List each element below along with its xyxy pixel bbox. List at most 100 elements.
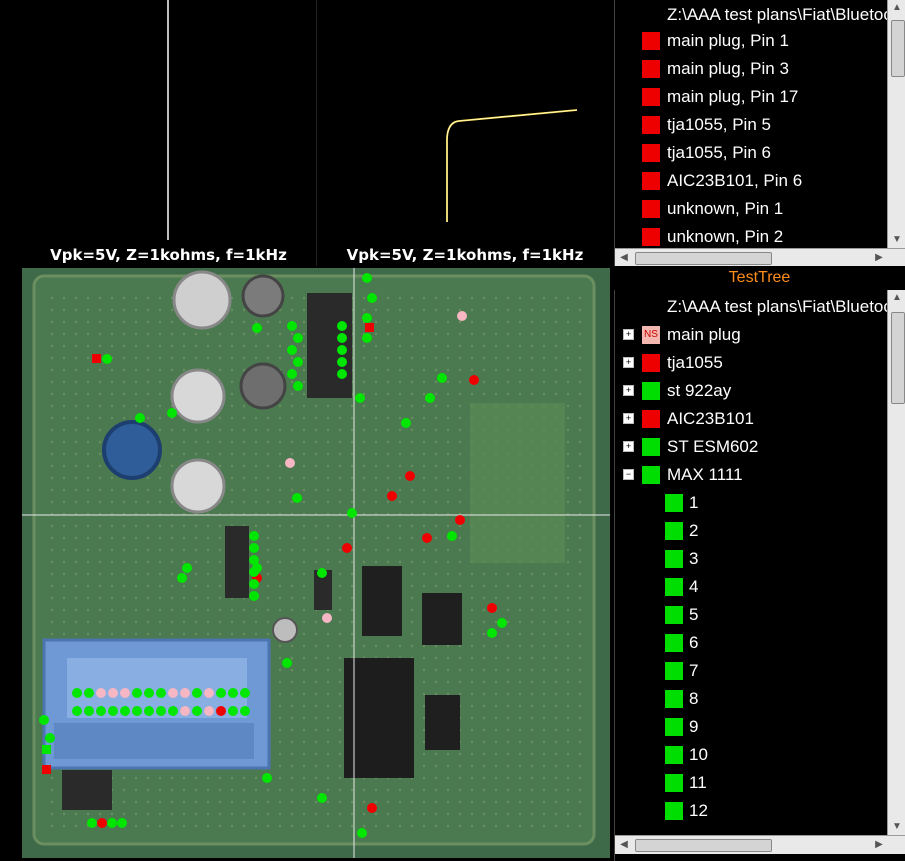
scroll-up-arrow-icon[interactable]: ▲ <box>888 290 905 306</box>
component-node[interactable]: + ST ESM602 <box>615 434 885 460</box>
pass-status-icon <box>665 494 683 512</box>
pin-label: 6 <box>689 633 699 652</box>
pass-status-icon <box>665 718 683 736</box>
pin-node[interactable]: 12 <box>615 798 815 824</box>
scroll-thumb[interactable] <box>891 20 905 77</box>
pin-label: 3 <box>689 549 699 568</box>
failed-pin-item[interactable]: unknown, Pin 1 <box>615 196 885 222</box>
fail-status-icon <box>642 200 660 218</box>
failed-pin-item[interactable]: AIC23B101, Pin 6 <box>615 168 885 194</box>
pcb-board-view[interactable] <box>22 268 610 858</box>
failed-pin-item[interactable]: main plug, Pin 3 <box>615 56 885 82</box>
fail-status-icon <box>642 172 660 190</box>
pin-label: 4 <box>689 577 699 596</box>
pin-node[interactable]: 5 <box>615 602 815 628</box>
plus-box-icon[interactable]: + <box>623 441 634 452</box>
component-label: AIC23B101 <box>667 409 754 428</box>
plus-box-icon[interactable]: + <box>623 357 634 368</box>
failed-pin-item[interactable]: tja1055, Pin 6 <box>615 140 885 166</box>
failed-pin-label: unknown, Pin 2 <box>667 227 784 246</box>
test-tree[interactable]: Z:\AAA test plans\Fiat\Bluetooth + NS main… <box>614 290 905 861</box>
component-node[interactable]: + AIC23B101 <box>615 406 885 432</box>
scroll-left-arrow-icon[interactable]: ◀ <box>615 837 633 853</box>
plus-box-icon[interactable]: + <box>623 329 634 340</box>
test-tree-vscroll[interactable]: ▲ ▼ <box>887 290 905 835</box>
test-tree-root[interactable]: Z:\AAA test plans\Fiat\Bluetooth <box>667 294 905 320</box>
pcb-image <box>22 268 610 858</box>
component-label: main plug <box>667 325 741 344</box>
pin-label: 2 <box>689 521 699 540</box>
pin-label: 10 <box>689 745 708 764</box>
pin-node[interactable]: 9 <box>615 714 815 740</box>
testtree-title: TestTree <box>614 267 905 289</box>
scroll-thumb[interactable] <box>891 312 905 404</box>
pin-label: 12 <box>689 801 708 820</box>
pass-status-icon <box>665 802 683 820</box>
top-tree-root[interactable]: Z:\AAA test plans\Fiat\Bluetooth <box>667 2 905 28</box>
pin-node[interactable]: 11 <box>615 770 815 796</box>
pin-label: 9 <box>689 717 699 736</box>
component-node[interactable]: − MAX 1111 <box>615 462 885 488</box>
failed-pin-item[interactable]: tja1055, Pin 5 <box>615 112 885 138</box>
component-label: st 922ay <box>667 381 732 400</box>
pass-status-icon <box>665 606 683 624</box>
failed-pin-label: tja1055, Pin 6 <box>667 143 771 162</box>
pin-node[interactable]: 6 <box>615 630 815 656</box>
failed-pin-item[interactable]: unknown, Pin 2 <box>615 224 885 250</box>
pass-status-icon <box>665 634 683 652</box>
scroll-left-arrow-icon[interactable]: ◀ <box>615 250 633 266</box>
failed-pin-label: main plug, Pin 3 <box>667 59 789 78</box>
failed-pin-label: main plug, Pin 1 <box>667 31 789 50</box>
hscroll-thumb[interactable] <box>635 252 772 265</box>
pin-node[interactable]: 3 <box>615 546 815 572</box>
failed-pin-label: tja1055, Pin 5 <box>667 115 771 134</box>
pin-node[interactable]: 8 <box>615 686 815 712</box>
pin-node[interactable]: 7 <box>615 658 815 684</box>
pass-status-icon <box>642 382 660 400</box>
scroll-down-arrow-icon[interactable]: ▼ <box>888 819 905 835</box>
component-label: MAX 1111 <box>667 465 743 484</box>
pin-node[interactable]: 2 <box>615 518 815 544</box>
failed-pin-item[interactable]: main plug, Pin 1 <box>615 28 885 54</box>
pass-status-icon <box>665 662 683 680</box>
pass-status-icon <box>665 690 683 708</box>
pin-node[interactable]: 1 <box>615 490 815 516</box>
pass-status-icon <box>665 746 683 764</box>
fail-status-icon <box>642 228 660 246</box>
fail-status-icon <box>642 410 660 428</box>
scroll-right-arrow-icon[interactable]: ▶ <box>870 250 888 266</box>
pin-node[interactable]: 4 <box>615 574 815 600</box>
fail-status-icon <box>642 60 660 78</box>
failed-pins-tree[interactable]: Z:\AAA test plans\Fiat\Bluetooth main pl… <box>614 0 905 266</box>
scroll-right-arrow-icon[interactable]: ▶ <box>870 837 888 853</box>
pin-label: 11 <box>689 773 707 792</box>
pass-status-icon <box>665 578 683 596</box>
component-node[interactable]: + NS main plug <box>615 322 885 348</box>
minus-box-icon[interactable]: − <box>623 469 634 480</box>
scroll-up-arrow-icon[interactable]: ▲ <box>888 0 905 16</box>
failed-pin-label: AIC23B101, Pin 6 <box>667 171 803 190</box>
fail-status-icon <box>642 88 660 106</box>
component-node[interactable]: + st 922ay <box>615 378 885 404</box>
failed-pin-label: unknown, Pin 1 <box>667 199 784 218</box>
pass-status-icon <box>642 466 660 484</box>
pin-node[interactable]: 10 <box>615 742 815 768</box>
hscroll-thumb[interactable] <box>635 839 772 852</box>
pass-status-icon <box>642 438 660 456</box>
failed-pin-item[interactable]: main plug, Pin 17 <box>615 84 885 110</box>
top-tree-vscroll[interactable]: ▲ ▼ <box>887 0 905 248</box>
top-tree-hscroll[interactable]: ◀ ▶ <box>615 248 905 266</box>
pass-status-icon <box>665 522 683 540</box>
scroll-down-arrow-icon[interactable]: ▼ <box>888 232 905 248</box>
component-label: ST ESM602 <box>667 437 759 456</box>
pin-label: 7 <box>689 661 699 680</box>
plus-box-icon[interactable]: + <box>623 413 634 424</box>
component-label: tja1055 <box>667 353 723 372</box>
test-tree-hscroll[interactable]: ◀ ▶ <box>615 835 905 854</box>
scope-label-1: Vpk=5V, Z=1kohms, f=1kHz <box>50 246 287 264</box>
plus-box-icon[interactable]: + <box>623 385 634 396</box>
component-node[interactable]: + tja1055 <box>615 350 885 376</box>
scope-trace-2 <box>446 109 578 222</box>
fail-status-icon <box>642 32 660 50</box>
pin-label: 1 <box>689 493 699 512</box>
